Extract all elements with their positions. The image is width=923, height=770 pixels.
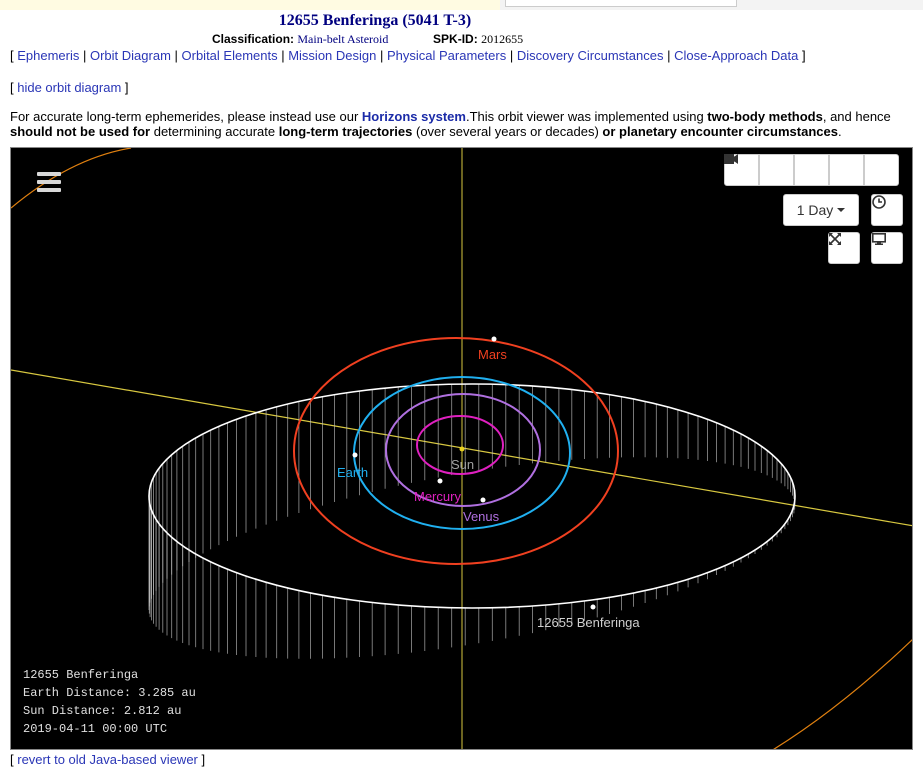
info-sun-distance: Sun Distance: 2.812 au bbox=[23, 704, 182, 718]
stop-button[interactable] bbox=[724, 154, 829, 186]
mars-marker bbox=[491, 336, 497, 342]
playback-controls bbox=[724, 154, 899, 186]
top-strip-highlight bbox=[0, 0, 500, 10]
hamburger-menu-icon[interactable] bbox=[37, 172, 61, 194]
step-forward-button[interactable] bbox=[724, 154, 864, 186]
notice-bold-2: should not be used for bbox=[10, 124, 151, 139]
classification-value-link[interactable]: Main-belt Asteroid bbox=[297, 32, 388, 46]
orbit-viewer[interactable]: Sun Mercury Venus Earth Mars 12655 Benfe… bbox=[10, 147, 913, 750]
nav-orbital-elements[interactable]: Orbital Elements bbox=[182, 48, 278, 63]
nav-ephemeris[interactable]: Ephemeris bbox=[17, 48, 79, 63]
nav-close-approach-data[interactable]: Close-Approach Data bbox=[674, 48, 798, 63]
mercury-label: Mercury bbox=[414, 489, 461, 504]
expand-icon bbox=[829, 233, 841, 245]
chevron-down-icon bbox=[837, 208, 846, 212]
asteroid-label: 12655 Benferinga bbox=[537, 615, 640, 630]
classification-label: Classification: bbox=[212, 32, 295, 46]
section-nav: [ Ephemeris | Orbit Diagram | Orbital El… bbox=[10, 48, 806, 63]
fast-forward-icon bbox=[724, 154, 738, 164]
fullscreen-button[interactable] bbox=[828, 232, 860, 264]
classification-line: Classification: Main-belt Asteroid SPK-I… bbox=[212, 32, 523, 47]
revert-viewer: [ revert to old Java-based viewer ] bbox=[10, 752, 206, 767]
nav-orbit-diagram[interactable]: Orbit Diagram bbox=[90, 48, 171, 63]
nav-discovery-circumstances[interactable]: Discovery Circumstances bbox=[517, 48, 664, 63]
accuracy-notice: For accurate long-term ephemerides, plea… bbox=[10, 109, 910, 139]
venus-label: Venus bbox=[463, 509, 500, 524]
outer-orbit-arc-top bbox=[11, 148, 132, 209]
clock-icon bbox=[872, 195, 886, 209]
step-size-dropdown[interactable]: 1 Day bbox=[783, 194, 859, 226]
nav-physical-parameters[interactable]: Physical Parameters bbox=[387, 48, 506, 63]
time-button[interactable] bbox=[871, 194, 903, 226]
horizons-system-link[interactable]: Horizons system bbox=[362, 109, 466, 124]
spkid-value: 2012655 bbox=[481, 32, 524, 46]
mercury-marker bbox=[437, 478, 443, 484]
spkid-label: SPK-ID: bbox=[433, 32, 478, 46]
outer-orbit-arc-bottom bbox=[773, 639, 912, 749]
orbit-canvas[interactable]: Sun Mercury Venus Earth Mars 12655 Benfe… bbox=[11, 148, 913, 750]
earth-label: Earth bbox=[337, 465, 368, 480]
top-strip bbox=[0, 0, 923, 10]
display-settings-button[interactable] bbox=[871, 232, 903, 264]
top-strip-box bbox=[505, 0, 737, 7]
sun-label: Sun bbox=[451, 457, 474, 472]
notice-text-1: For accurate long-term ephemerides, plea… bbox=[10, 109, 362, 124]
hide-orbit-diagram-link[interactable]: hide orbit diagram bbox=[17, 80, 121, 95]
monitor-icon bbox=[872, 233, 886, 245]
fast-forward-button[interactable] bbox=[724, 154, 899, 186]
asteroid-marker bbox=[590, 604, 596, 610]
notice-text-4: determining accurate bbox=[150, 124, 279, 139]
asteroid-info-panel: 12655 Benferinga Earth Distance: 3.285 au… bbox=[23, 666, 196, 738]
info-datetime: 2019-04-11 00:00 UTC bbox=[23, 722, 168, 736]
info-earth-distance: Earth Distance: 3.285 au bbox=[23, 686, 196, 700]
step-size-value: 1 Day bbox=[796, 202, 834, 218]
step-backward-button[interactable] bbox=[724, 154, 794, 186]
notice-text-6: . bbox=[837, 124, 842, 139]
mars-label: Mars bbox=[478, 347, 507, 362]
info-name: 12655 Benferinga bbox=[23, 668, 139, 682]
notice-bold-3: long-term trajectories bbox=[278, 124, 413, 139]
notice-text-2: .This orbit viewer was implemented using bbox=[465, 109, 708, 124]
earth-marker bbox=[352, 452, 358, 458]
revert-viewer-link[interactable]: revert to old Java-based viewer bbox=[17, 752, 198, 767]
notice-bold-1: two-body methods bbox=[707, 109, 823, 124]
notice-text-3: , and hence bbox=[822, 109, 891, 124]
notice-text-5: (over several years or decades) bbox=[412, 124, 603, 139]
sun-marker bbox=[459, 446, 465, 452]
nav-mission-design[interactable]: Mission Design bbox=[288, 48, 376, 63]
hide-orbit-diagram: [ hide orbit diagram ] bbox=[10, 80, 129, 95]
page-title: 12655 Benferinga (5041 T-3) bbox=[278, 12, 472, 29]
notice-bold-4: or planetary encounter circumstances bbox=[602, 124, 838, 139]
venus-marker bbox=[480, 497, 486, 503]
